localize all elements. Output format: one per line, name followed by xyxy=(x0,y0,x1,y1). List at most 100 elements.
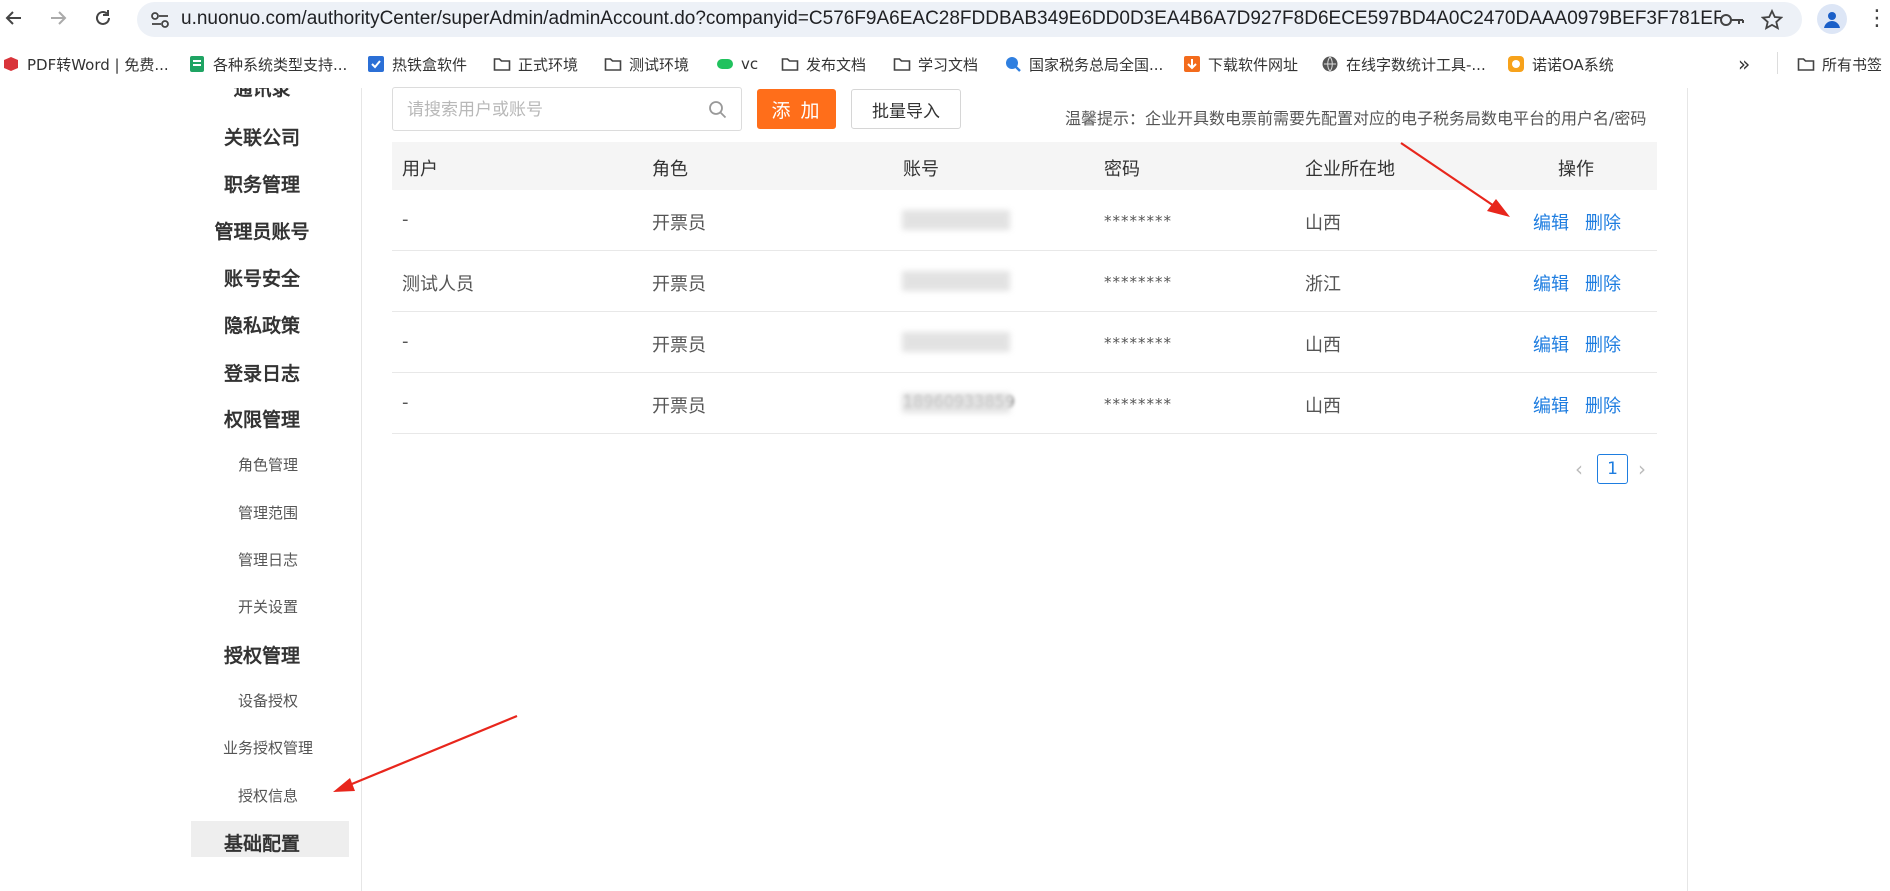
bookmarks-bar: PDF转Word | 免费... 各种系统类型支持... 热铁盒软件 正式环境 … xyxy=(0,48,1890,82)
column-header-account: 账号 xyxy=(903,159,939,180)
download-site-icon xyxy=(1183,55,1201,73)
cell-password: ******** xyxy=(1104,395,1172,413)
tip-text: 温馨提示：企业开具数电票前需要先配置对应的电子税务局数电平台的用户名/密码 xyxy=(1065,109,1647,128)
bookmark-item[interactable]: PDF转Word | 免费... xyxy=(2,52,169,76)
sidebar-item-authorization-info[interactable]: 授权信息 xyxy=(188,785,348,806)
reload-icon[interactable] xyxy=(89,4,117,32)
cell-password: ******** xyxy=(1104,334,1172,352)
site-info-icon[interactable] xyxy=(149,9,171,31)
delete-link[interactable]: 删除 xyxy=(1585,270,1621,296)
cell-password: ******** xyxy=(1104,212,1172,230)
sidebar-item-permission-management[interactable]: 权限管理 xyxy=(182,405,342,432)
delete-link[interactable]: 删除 xyxy=(1585,392,1621,418)
bookmark-star-icon[interactable] xyxy=(1759,8,1785,32)
column-header-user: 用户 xyxy=(402,159,438,180)
sidebar-item-management-logs[interactable]: 管理日志 xyxy=(188,549,348,570)
search-input[interactable] xyxy=(407,98,697,122)
folder-icon xyxy=(604,55,622,73)
sidebar-item-switch-settings[interactable]: 开关设置 xyxy=(188,596,348,617)
page-number-button[interactable]: 1 xyxy=(1597,454,1628,484)
sidebar-item-business-authorization[interactable]: 业务授权管理 xyxy=(188,737,348,758)
sidebar-item-authorization-management[interactable]: 授权管理 xyxy=(182,641,342,668)
cell-role: 开票员 xyxy=(652,213,706,234)
bookmark-item[interactable]: 诺诺OA系统 xyxy=(1507,52,1614,76)
folder-icon xyxy=(893,55,911,73)
column-header-role: 角色 xyxy=(652,159,688,180)
bookmark-label: 热铁盒软件 xyxy=(392,55,468,74)
delete-link[interactable]: 删除 xyxy=(1585,331,1621,357)
bookmark-item[interactable]: 在线字数统计工具-... xyxy=(1321,52,1486,76)
password-key-icon[interactable] xyxy=(1719,8,1745,32)
bookmark-item[interactable]: 国家税务总局全国... xyxy=(1004,52,1163,76)
bookmark-item[interactable]: 学习文档 xyxy=(893,52,978,76)
sidebar-item-management-scope[interactable]: 管理范围 xyxy=(188,502,348,523)
sidebar-item-login-logs[interactable]: 登录日志 xyxy=(182,359,342,386)
table-row: - 开票员 ******** 山西 编辑 删除 xyxy=(392,190,1657,251)
folder-icon xyxy=(1797,55,1815,73)
column-header-location: 企业所在地 xyxy=(1305,159,1395,180)
add-button[interactable]: 添 加 xyxy=(757,89,836,129)
forward-icon[interactable] xyxy=(44,4,72,32)
url-text[interactable]: u.nuonuo.com/authorityCenter/superAdmin/… xyxy=(181,8,1721,30)
account-redaction xyxy=(902,393,1010,413)
profile-avatar-icon[interactable] xyxy=(1817,4,1847,34)
bookmarks-overflow-icon[interactable]: » xyxy=(1738,52,1750,76)
sidebar-item-role-management[interactable]: 角色管理 xyxy=(188,454,348,475)
bookmark-label: 测试环境 xyxy=(629,55,690,74)
bookmark-label: 学习文档 xyxy=(918,55,979,74)
table-row: -开票员********山西18960933859编辑删除 xyxy=(392,373,1657,434)
sidebar-item-basic-config[interactable]: 基础配置 xyxy=(182,829,342,856)
search-icon[interactable] xyxy=(707,99,729,121)
table-row: - 开票员 ******** 山西 编辑 删除 xyxy=(392,312,1657,373)
cell-role: 开票员 xyxy=(652,335,706,356)
all-bookmarks[interactable]: 所有书签 xyxy=(1797,52,1882,76)
cell-user: - xyxy=(402,392,409,413)
all-bookmarks-label: 所有书签 xyxy=(1822,55,1883,74)
account-redaction xyxy=(902,210,1010,230)
json-icon xyxy=(716,55,734,73)
cell-role: 开票员 xyxy=(652,274,706,295)
sidebar: 通讯录 关联公司职务管理管理员账号账号安全隐私政策登录日志权限管理角色管理管理范… xyxy=(0,88,362,891)
bookmark-label: 诺诺OA系统 xyxy=(1532,55,1614,74)
edit-link[interactable]: 编辑 xyxy=(1533,270,1569,296)
sidebar-item-related-companies[interactable]: 关联公司 xyxy=(182,123,342,150)
column-header-password: 密码 xyxy=(1104,159,1140,180)
delete-link[interactable]: 删除 xyxy=(1585,209,1621,235)
batch-import-button[interactable]: 批量导入 xyxy=(851,89,961,129)
edit-link[interactable]: 编辑 xyxy=(1533,209,1569,235)
cell-location: 浙江 xyxy=(1305,274,1341,295)
bookmark-item[interactable]: vc xyxy=(716,52,758,76)
bookmark-item[interactable]: 热铁盒软件 xyxy=(367,52,467,76)
sidebar-item-admin-accounts[interactable]: 管理员账号 xyxy=(182,217,342,244)
sidebar-item-contacts[interactable]: 通讯录 xyxy=(182,88,342,101)
cell-location: 山西 xyxy=(1305,396,1341,417)
table-row: 测试人员 开票员 ******** 浙江 编辑 删除 xyxy=(392,251,1657,312)
back-icon[interactable] xyxy=(0,4,28,32)
bookmark-label: 各种系统类型支持... xyxy=(213,55,348,74)
bookmark-item[interactable]: 发布文档 xyxy=(781,52,866,76)
account-redaction xyxy=(902,271,1010,291)
address-bar[interactable]: u.nuonuo.com/authorityCenter/superAdmin/… xyxy=(137,2,1802,37)
search-site-icon xyxy=(1004,55,1022,73)
cell-location: 山西 xyxy=(1305,335,1341,356)
prev-page-icon[interactable]: ‹ xyxy=(1575,457,1583,481)
next-page-icon[interactable]: › xyxy=(1638,457,1646,481)
sidebar-item-account-security[interactable]: 账号安全 xyxy=(182,264,342,291)
bookmark-label: vc xyxy=(741,55,759,73)
sidebar-item-privacy-policy[interactable]: 隐私政策 xyxy=(182,311,342,338)
cell-user: 测试人员 xyxy=(402,274,474,295)
bookmark-item[interactable]: 下载软件网址 xyxy=(1183,52,1298,76)
edit-link[interactable]: 编辑 xyxy=(1533,331,1569,357)
sidebar-item-device-authorization[interactable]: 设备授权 xyxy=(188,690,348,711)
sidebar-item-positions[interactable]: 职务管理 xyxy=(182,170,342,197)
edit-link[interactable]: 编辑 xyxy=(1533,392,1569,418)
oa-icon xyxy=(1507,55,1525,73)
bookmark-item[interactable]: 测试环境 xyxy=(604,52,689,76)
bookmarks-divider xyxy=(1777,52,1778,74)
browser-menu-icon[interactable]: ⋮ xyxy=(1866,6,1888,31)
search-box[interactable] xyxy=(392,87,742,131)
pdf-icon xyxy=(2,55,20,73)
folder-icon xyxy=(493,55,511,73)
bookmark-item[interactable]: 正式环境 xyxy=(493,52,578,76)
bookmark-item[interactable]: 各种系统类型支持... xyxy=(188,52,347,76)
